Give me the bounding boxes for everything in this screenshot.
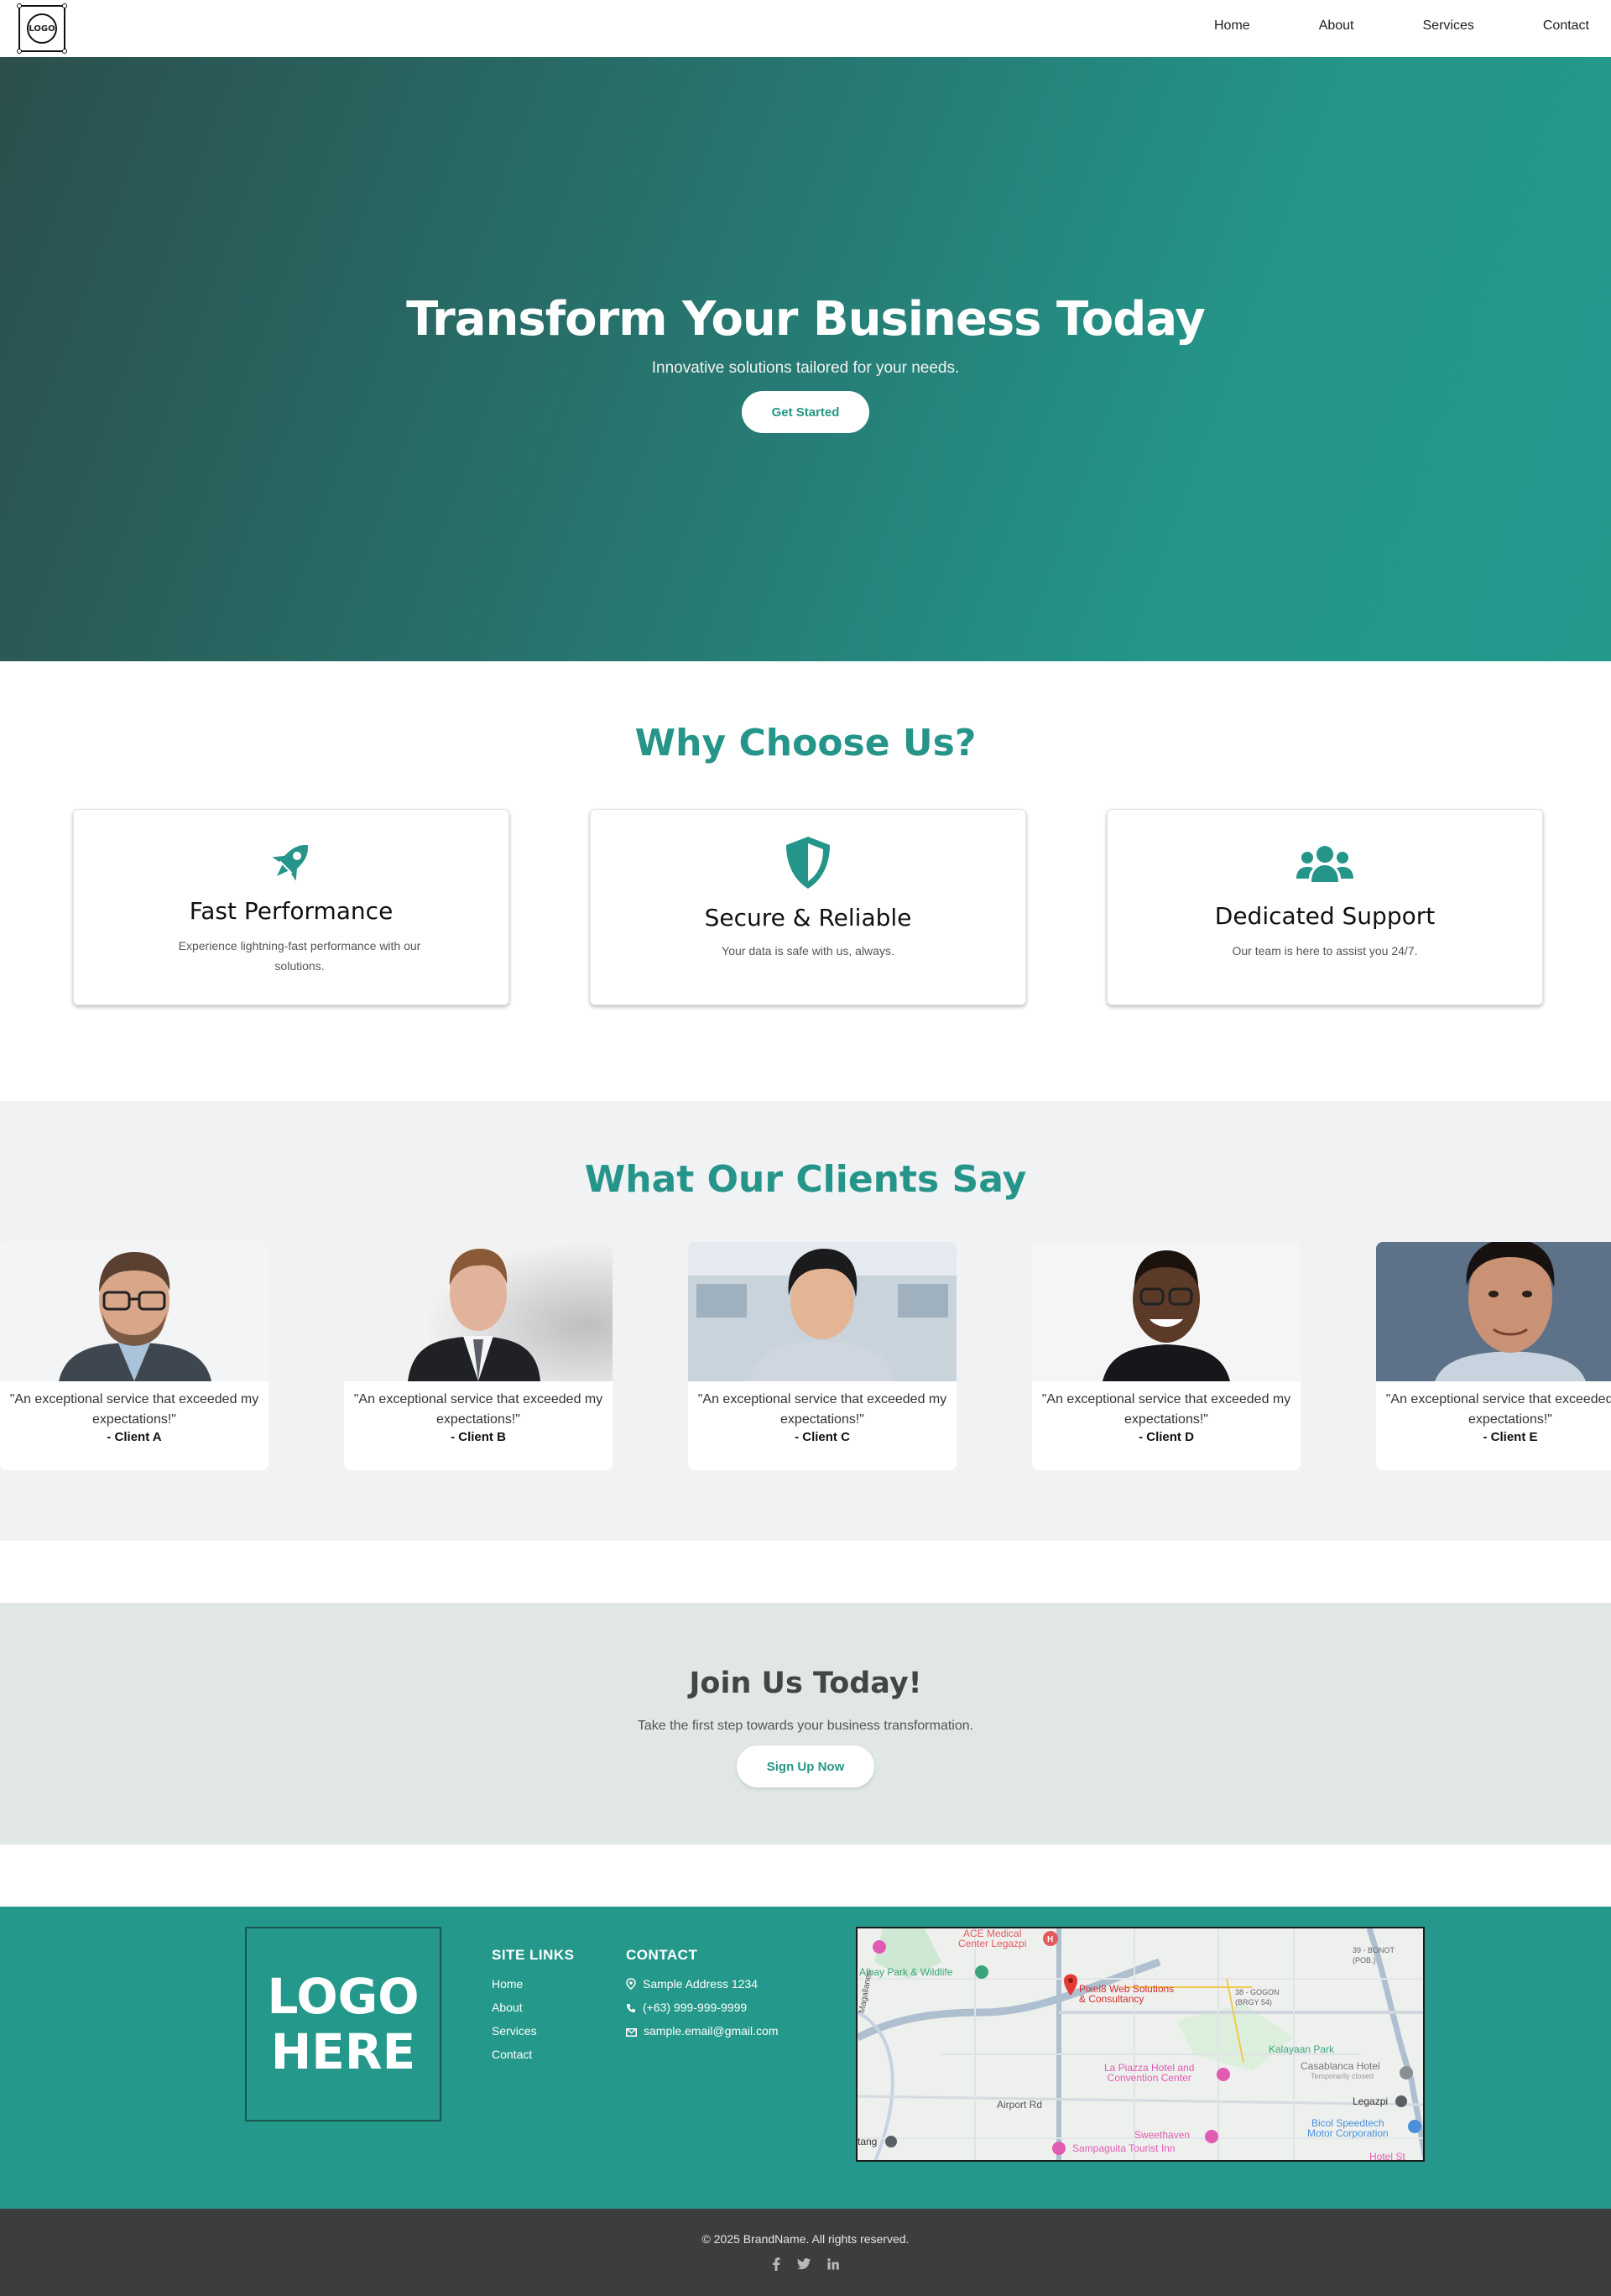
map-label: Bicol Speedtech Motor Corporation	[1307, 2117, 1389, 2139]
map-label: tang	[858, 2136, 878, 2147]
hero-section: Transform Your Business Today Innovative…	[0, 57, 1611, 661]
map-label: 39 - BONOT (POB.)	[1353, 1946, 1395, 1965]
feature-text: Our team is here to assist you 24/7.	[1232, 944, 1418, 958]
footer: LOGO HERE SITE LINKS Home About Services…	[0, 1907, 1611, 2209]
main-nav: Home About Services Contact	[1145, 18, 1589, 34]
feature-card-support: Dedicated Support Our team is here to as…	[1107, 809, 1543, 1005]
twitter-icon[interactable]	[797, 2258, 811, 2274]
testimonial-card: "An exceptional service that exceeded my…	[0, 1242, 268, 1470]
facebook-icon[interactable]	[772, 2257, 780, 2275]
map-label: Casablanca Hotel	[1301, 2060, 1380, 2072]
feature-card-security: Secure & Reliable Your data is safe with…	[590, 809, 1026, 1005]
testimonials-title: What Our Clients Say	[584, 1158, 1027, 1201]
why-title: Why Choose Us?	[634, 722, 977, 764]
footer-bottom-bar: © 2025 BrandName. All rights reserved.	[0, 2209, 1611, 2296]
map-label: Sampaguita Tourist Inn	[1072, 2142, 1176, 2154]
feature-title: Dedicated Support	[1214, 902, 1436, 930]
users-icon	[1108, 843, 1542, 884]
phone-icon	[627, 2004, 635, 2012]
client-photo	[688, 1242, 957, 1381]
map-label: Hotel St	[1369, 2151, 1405, 2162]
footer-logo-line1: LOGO	[267, 1968, 420, 2025]
testimonial-card: "An exceptional service that exceeded my…	[1376, 1242, 1611, 1470]
testimonial-client: - Client B	[451, 1430, 506, 1444]
copyright-text: © 2025 BrandName. All rights reserved.	[701, 2232, 910, 2246]
social-links	[772, 2257, 839, 2275]
linkedin-icon[interactable]	[827, 2258, 839, 2274]
feature-title: Fast Performance	[189, 897, 394, 925]
map-label: ACE Medical Center Legazpi	[958, 1928, 1027, 1949]
footer-logo[interactable]: LOGO HERE	[245, 1927, 441, 2121]
nav-link-about[interactable]: About	[1319, 18, 1354, 34]
map-label: 38 - GOGON (BRGY 54)	[1235, 1988, 1280, 2006]
map-label: Legazpi	[1353, 2095, 1389, 2107]
feature-text: Your data is safe with us, always.	[722, 944, 894, 958]
client-photo	[1032, 1242, 1301, 1381]
feature-text: Experience lightning-fast performance wi…	[178, 939, 421, 973]
footer-site-links: SITE LINKS Home About Services Contact	[492, 1947, 575, 2066]
footer-link-contact[interactable]: Contact	[492, 2043, 575, 2066]
feature-card-performance: Fast Performance Experience lightning-fa…	[73, 809, 509, 1005]
map-label: Airport Rd	[997, 2099, 1043, 2111]
testimonial-card: "An exceptional service that exceeded my…	[1032, 1242, 1301, 1470]
feature-title: Secure & Reliable	[704, 904, 912, 931]
get-started-button[interactable]: Get Started	[742, 391, 869, 433]
testimonial-client: - Client D	[1139, 1430, 1194, 1444]
top-navbar: LOGO Home About Services Contact	[0, 0, 1611, 57]
testimonial-client: - Client C	[795, 1430, 850, 1444]
cta-section: Join Us Today! Take the first step towar…	[0, 1603, 1611, 1845]
svg-text:H: H	[1047, 1935, 1053, 1944]
cta-title: Join Us Today!	[689, 1667, 922, 1700]
testimonial-quote: "An exceptional service that exceeded my…	[1041, 1392, 1291, 1427]
testimonial-quote: "An exceptional service that exceeded my…	[353, 1392, 603, 1427]
contact-title: CONTACT	[626, 1947, 698, 1963]
client-photo	[0, 1242, 268, 1381]
testimonial-quote: "An exceptional service that exceeded my…	[1385, 1392, 1611, 1427]
map-label: Sweethaven	[1134, 2129, 1191, 2141]
footer-contact: CONTACT Sample Address 1234 (+63) 999-99…	[626, 1947, 778, 2043]
cta-text: Take the first step towards your busines…	[637, 1719, 974, 1733]
shield-icon	[591, 835, 1025, 890]
testimonial-client: - Client A	[107, 1430, 162, 1444]
site-links-title: SITE LINKS	[492, 1947, 575, 1963]
contact-email[interactable]: sample.email@gmail.com	[626, 2019, 778, 2043]
contact-address: Sample Address 1234	[626, 1972, 778, 1996]
map-label: Kalayaan Park	[1269, 2043, 1335, 2055]
sign-up-button[interactable]: Sign Up Now	[737, 1745, 874, 1787]
envelope-icon	[626, 2028, 637, 2037]
rocket-icon	[74, 835, 508, 889]
hero-title: Transform Your Business Today	[406, 292, 1206, 347]
footer-link-services[interactable]: Services	[492, 2019, 575, 2043]
footer-link-about[interactable]: About	[492, 1996, 575, 2019]
testimonial-quote: "An exceptional service that exceeded my…	[9, 1392, 259, 1427]
nav-link-contact[interactable]: Contact	[1543, 18, 1589, 34]
testimonial-client: - Client E	[1483, 1430, 1538, 1444]
testimonial-quote: "An exceptional service that exceeded my…	[697, 1392, 947, 1427]
nav-link-home[interactable]: Home	[1214, 18, 1250, 34]
logo-text: LOGO	[27, 13, 57, 44]
nav-link-services[interactable]: Services	[1423, 18, 1474, 34]
testimonials-section: What Our Clients Say "An exceptional ser…	[0, 1101, 1611, 1541]
client-photo	[1376, 1242, 1611, 1381]
footer-logo-line2: HERE	[270, 2023, 416, 2080]
location-pin-icon	[626, 1978, 636, 1990]
site-logo[interactable]: LOGO	[17, 3, 67, 54]
testimonial-card: "An exceptional service that exceeded my…	[344, 1242, 613, 1470]
client-photo	[344, 1242, 613, 1381]
map-label: Pixel8 Web Solutions & Consultancy	[1079, 1983, 1175, 2005]
map-label: La Piazza Hotel and Convention Center	[1104, 2062, 1195, 2084]
contact-phone: (+63) 999-999-9999	[626, 1996, 778, 2019]
map-label: Temporarily closed	[1311, 2072, 1374, 2080]
hero-subtitle: Innovative solutions tailored for your n…	[651, 359, 960, 377]
footer-link-home[interactable]: Home	[492, 1972, 575, 1996]
testimonial-card: "An exceptional service that exceeded my…	[688, 1242, 957, 1470]
location-map[interactable]: H ACE Medical Center Legazpi Albay Park …	[856, 1927, 1425, 2162]
